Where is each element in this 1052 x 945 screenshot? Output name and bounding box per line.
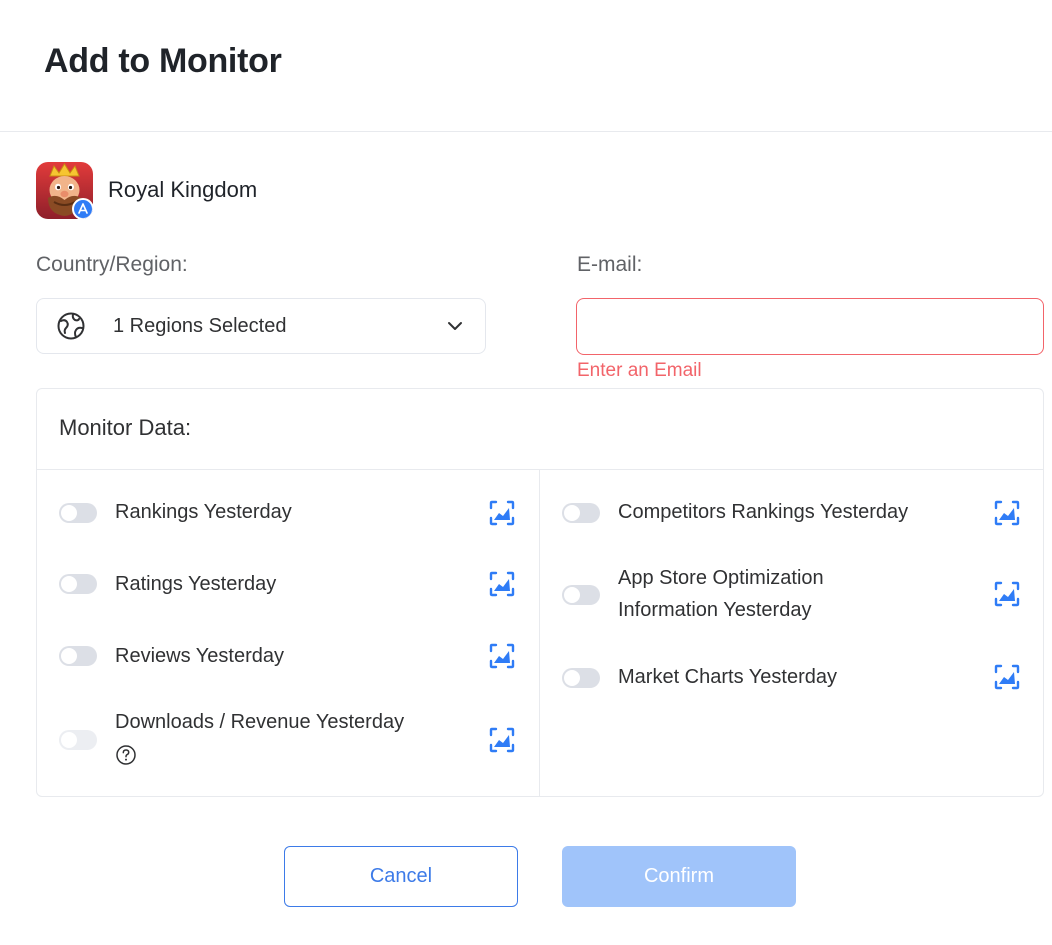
chart-preview-icon[interactable] (992, 498, 1022, 528)
option-label: Market Charts Yesterday (618, 666, 837, 688)
monitor-column-divider (539, 469, 540, 797)
header-divider (0, 131, 1052, 132)
help-icon[interactable] (115, 744, 137, 766)
chevron-down-icon (448, 322, 462, 330)
option-reviews (59, 646, 97, 666)
option-label: Downloads / Revenue Yesterday (115, 711, 405, 733)
option-label: Competitors Rankings Yesterday (618, 501, 909, 523)
market-charts-toggle[interactable] (562, 668, 600, 688)
chart-preview-icon[interactable] (992, 662, 1022, 692)
monitor-divider (37, 469, 1043, 470)
app-store-icon (72, 197, 93, 219)
monitor-data-panel: Monitor Data: Rankings Yesterday Ratings… (36, 388, 1044, 797)
option-rankings (59, 503, 97, 523)
add-to-monitor-dialog: Add to Monitor Royal Kingdom Country/Reg… (0, 0, 1052, 945)
option-market-charts (562, 668, 600, 688)
option-aso-information (562, 585, 600, 605)
chart-preview-icon[interactable] (487, 641, 517, 671)
ratings-toggle[interactable] (59, 574, 97, 594)
globe-icon (57, 312, 85, 340)
chart-preview-icon[interactable] (487, 498, 517, 528)
downloads-revenue-toggle[interactable] (59, 730, 97, 750)
dialog-title: Add to Monitor (44, 42, 282, 80)
region-select-value: 1 Regions Selected (113, 314, 287, 337)
email-input[interactable] (576, 298, 1044, 355)
confirm-button[interactable]: Confirm (562, 846, 796, 907)
app-name: Royal Kingdom (108, 177, 258, 202)
reviews-toggle[interactable] (59, 646, 97, 666)
option-competitors-rankings (562, 503, 600, 523)
email-error-message: Enter an Email (577, 360, 702, 381)
option-label: App Store Optimization Information Yeste… (618, 567, 824, 621)
chart-preview-icon[interactable] (487, 725, 517, 755)
email-label: E-mail: (577, 253, 643, 276)
option-label-wrapper: Downloads / Revenue Yesterday (115, 706, 455, 770)
region-select[interactable]: 1 Regions Selected (36, 298, 486, 354)
option-ratings (59, 574, 97, 594)
option-downloads-revenue (59, 730, 97, 750)
royal-kingdom-app-icon (36, 161, 93, 219)
option-label: Reviews Yesterday (115, 645, 284, 667)
option-label: Rankings Yesterday (115, 501, 292, 523)
chart-preview-icon[interactable] (992, 579, 1022, 609)
chart-preview-icon[interactable] (487, 569, 517, 599)
aso-information-toggle[interactable] (562, 585, 600, 605)
region-label: Country/Region: (36, 253, 188, 276)
option-label: Ratings Yesterday (115, 573, 277, 595)
competitors-rankings-toggle[interactable] (562, 503, 600, 523)
app-info: Royal Kingdom (36, 161, 257, 219)
rankings-toggle[interactable] (59, 503, 97, 523)
cancel-button[interactable]: Cancel (284, 846, 518, 907)
monitor-data-title: Monitor Data: (59, 415, 192, 440)
